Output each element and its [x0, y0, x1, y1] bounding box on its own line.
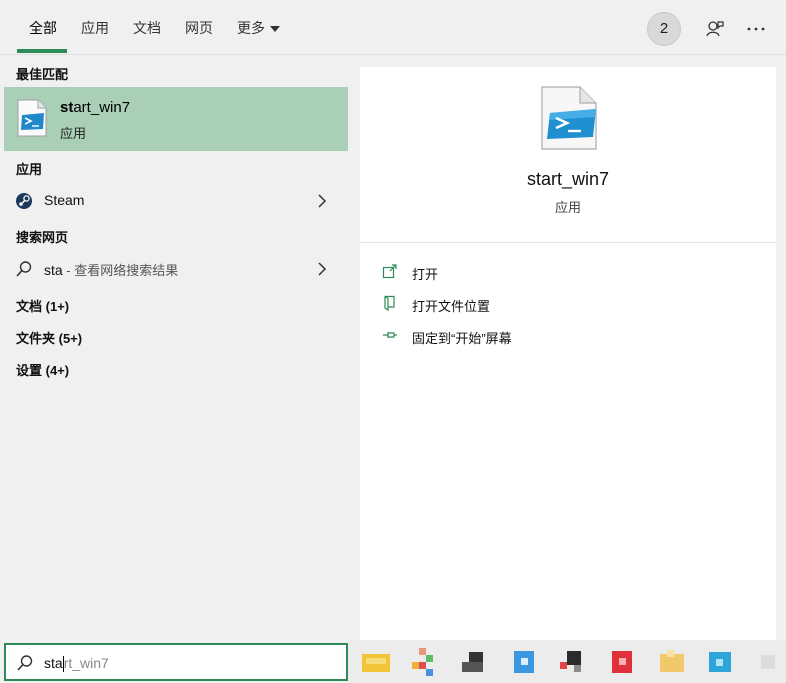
- feedback-button[interactable]: [702, 16, 728, 42]
- apps-header: 应用: [16, 162, 43, 177]
- action-open-file-location-label: 打开文件位置: [412, 299, 491, 314]
- detail-pane: start_win7 应用 打开 打开文件位置 固定到“开始”屏幕: [360, 67, 776, 640]
- tab-apps[interactable]: 应用: [81, 18, 109, 38]
- best-match-header: 最佳匹配: [16, 67, 69, 82]
- file-location-icon: [382, 295, 398, 312]
- tab-more[interactable]: 更多: [237, 18, 280, 38]
- taskbar-app-icon[interactable]: [462, 648, 490, 676]
- taskbar-app-icon[interactable]: [510, 648, 538, 676]
- web-search-suffix: - 查看网络搜索结果: [62, 263, 179, 278]
- search-input[interactable]: start_win7: [44, 655, 109, 673]
- taskbar-app-icon[interactable]: [608, 648, 636, 676]
- category-settings[interactable]: 设置 (4+): [16, 360, 69, 379]
- search-typed-text: sta: [44, 655, 63, 671]
- best-match-item[interactable]: start_win7 应用: [4, 87, 348, 151]
- feedback-icon: [706, 21, 724, 37]
- taskbar-app-icon[interactable]: [706, 648, 734, 676]
- divider: [360, 242, 776, 243]
- action-open-file-location[interactable]: 打开文件位置: [380, 293, 680, 317]
- search-icon: [16, 654, 34, 672]
- best-match-name: start_win7: [60, 99, 130, 116]
- open-icon: [382, 263, 398, 279]
- chevron-down-icon: [270, 26, 280, 33]
- app-result-steam[interactable]: Steam: [4, 185, 348, 217]
- taskbar-app-icon[interactable]: [560, 648, 588, 676]
- taskbar-app-icon[interactable]: [658, 648, 686, 676]
- powershell-script-large-icon: [536, 85, 600, 151]
- action-open-label: 打开: [412, 267, 439, 282]
- category-folders[interactable]: 文件夹 (5+): [16, 328, 82, 347]
- chevron-right-icon[interactable]: [315, 193, 329, 209]
- web-search-header: 搜索网页: [16, 230, 69, 245]
- chevron-right-icon[interactable]: [315, 261, 329, 277]
- web-search-text: sta - 查看网络搜索结果: [44, 260, 178, 279]
- search-autocomplete-text: rt_win7: [63, 655, 109, 671]
- more-icon: [747, 27, 765, 31]
- results-pane: 最佳匹配 start_win7 应用 应用 Steam 搜索网页 sta - 查…: [4, 55, 348, 640]
- best-match-name-highlight: st: [60, 99, 74, 116]
- web-search-query: sta: [44, 262, 63, 278]
- taskbar-file-explorer-icon[interactable]: [362, 648, 390, 676]
- tab-web[interactable]: 网页: [185, 18, 213, 38]
- active-tab-indicator: [17, 49, 67, 53]
- tab-documents[interactable]: 文档: [133, 18, 161, 38]
- pin-icon: [382, 327, 398, 343]
- web-search-result[interactable]: sta - 查看网络搜索结果: [4, 253, 348, 285]
- taskbar-app-icon[interactable]: [754, 648, 782, 676]
- tab-more-label: 更多: [237, 20, 265, 36]
- detail-type: 应用: [554, 200, 581, 215]
- action-open[interactable]: 打开: [380, 261, 680, 285]
- detail-title: start_win7: [526, 169, 610, 189]
- search-box[interactable]: start_win7: [4, 643, 348, 681]
- action-pin-to-start-label: 固定到“开始”屏幕: [412, 331, 512, 346]
- action-pin-to-start[interactable]: 固定到“开始”屏幕: [380, 325, 680, 349]
- taskbar-app-icon[interactable]: [412, 648, 440, 676]
- best-match-name-rest: art_win7: [73, 99, 131, 116]
- best-match-type: 应用: [60, 126, 87, 141]
- steam-icon: [15, 192, 33, 210]
- search-icon: [15, 260, 33, 278]
- taskbar: [348, 640, 786, 683]
- powershell-script-icon: [16, 99, 48, 137]
- more-options-button[interactable]: [743, 16, 769, 42]
- tab-all[interactable]: 全部: [29, 18, 57, 38]
- rewards-badge[interactable]: 2: [647, 12, 681, 46]
- app-result-label: Steam: [44, 192, 85, 208]
- search-scope-bar: 全部 应用 文档 网页 更多 2: [0, 0, 786, 55]
- category-documents[interactable]: 文档 (1+): [16, 296, 69, 315]
